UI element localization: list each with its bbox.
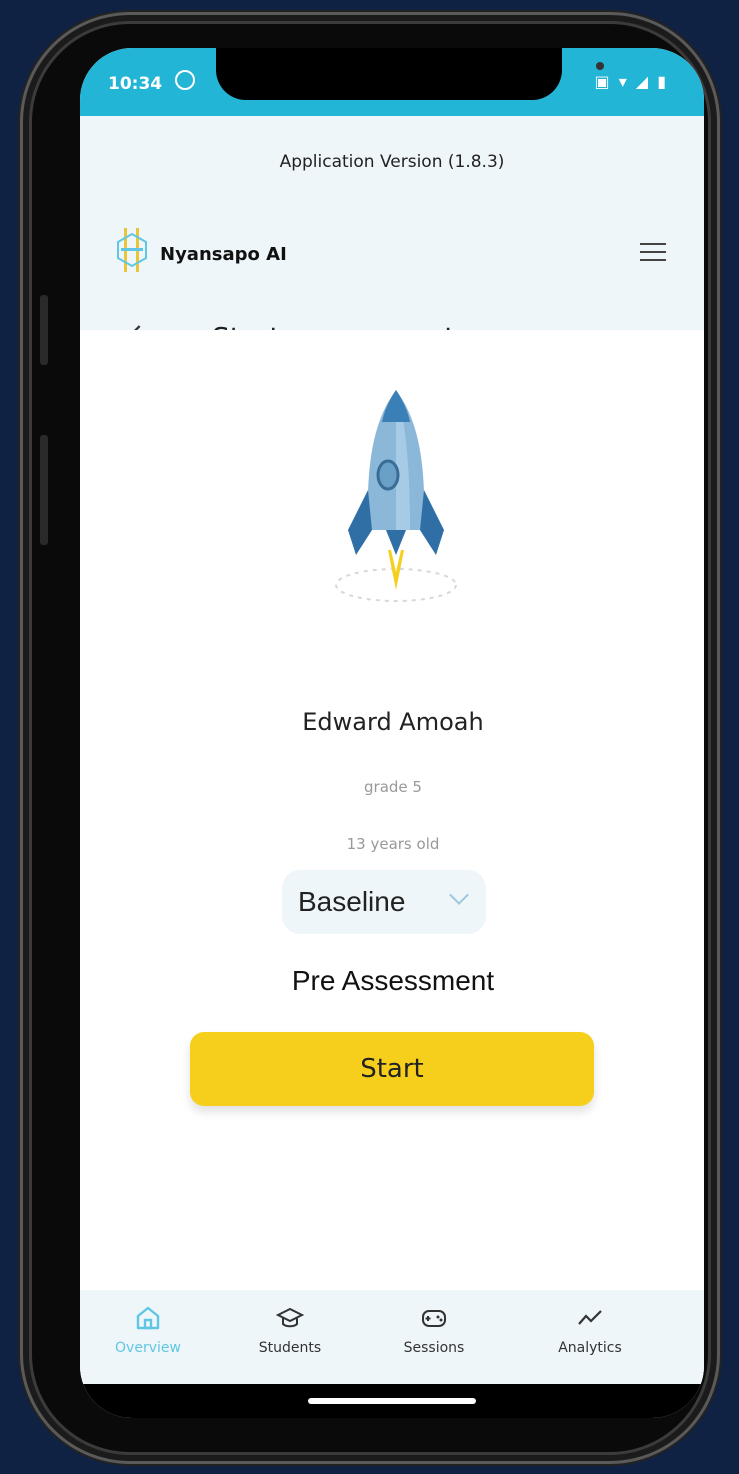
camera-icon [596, 62, 604, 70]
app-header: Application Version (1.8.3) Nyansapo AI … [80, 116, 704, 354]
rocket-icon [335, 390, 457, 602]
phone-side-button [40, 435, 48, 545]
app-version: Application Version (1.8.3) [279, 152, 505, 172]
chevron-down-icon [449, 885, 469, 905]
nav-label: Overview [115, 1340, 181, 1356]
assessment-type-value: Baseline [298, 886, 406, 917]
start-button[interactable]: Start [190, 1032, 594, 1106]
gamepad-icon [422, 1310, 446, 1327]
brand-name: Nyansapo AI [160, 244, 287, 265]
nav-label: Sessions [403, 1340, 465, 1356]
assessment-subtitle: Pre Assessment [291, 965, 495, 996]
phone-side-button [40, 295, 48, 365]
nav-item-overview[interactable]: Overview [88, 1304, 208, 1356]
student-grade: grade 5 [364, 778, 422, 796]
status-time: 10:34 [108, 74, 163, 94]
nav-label: Students [258, 1340, 322, 1356]
trend-line-icon [578, 1310, 602, 1325]
assessment-card: Edward Amoah grade 5 13 years old Baseli… [106, 330, 680, 1290]
menu-icon[interactable] [640, 243, 666, 263]
nyansapo-logo-icon [117, 228, 147, 272]
nav-item-sessions[interactable]: Sessions [374, 1304, 494, 1356]
nav-label: Analytics [558, 1340, 622, 1356]
app-screen: 10:34 ▣ ▾ ◢ ▮ Application Version (1.8.3… [80, 48, 704, 1418]
student-name: Edward Amoah [302, 708, 484, 736]
nav-item-students[interactable]: Students [230, 1304, 350, 1356]
nav-item-analytics[interactable]: Analytics [530, 1304, 650, 1356]
graduation-cap-icon [276, 1307, 304, 1328]
status-icons: ▣ ▾ ◢ ▮ [594, 72, 668, 91]
home-icon [136, 1306, 160, 1330]
student-age: 13 years old [346, 835, 440, 853]
home-indicator[interactable] [308, 1398, 476, 1404]
assessment-type-dropdown[interactable]: Baseline [282, 870, 486, 934]
whatsapp-icon [175, 70, 195, 90]
bottom-navigation: Overview Students Sessions Analytics [80, 1290, 704, 1384]
camera-notch [216, 48, 604, 100]
